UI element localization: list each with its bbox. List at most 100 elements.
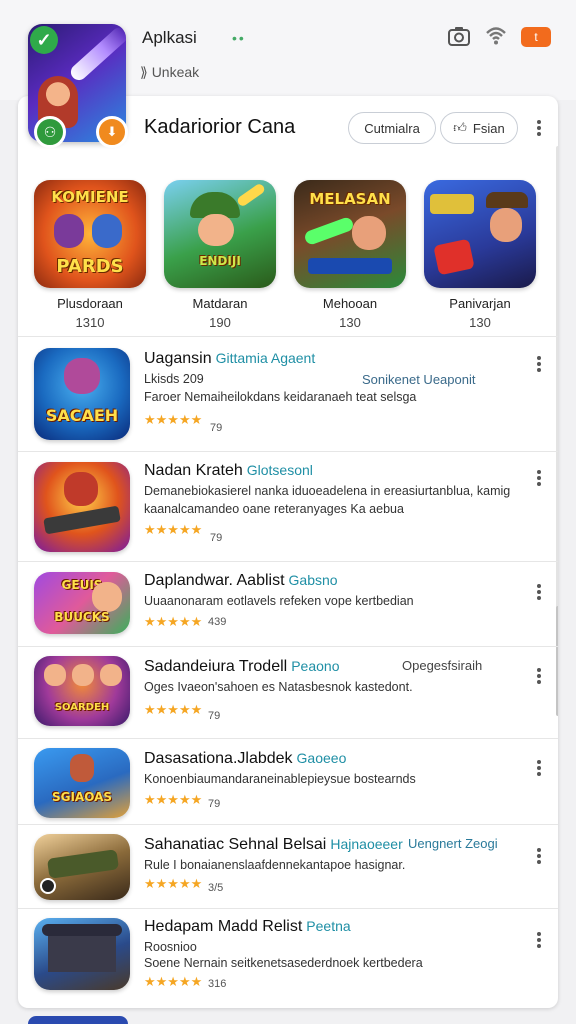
divider <box>18 824 558 825</box>
app-thumb <box>34 462 130 552</box>
wifi-icon <box>486 27 506 45</box>
app-desc: Uuaanonaram eotlavels refeken vope kertb… <box>144 594 414 608</box>
app-desc: Roosnioo <box>144 940 197 954</box>
featured-item[interactable]: KOMIENE PARDS Plusdoraan 1310 <box>32 180 148 330</box>
divider <box>18 908 558 909</box>
app-title: Nadan Krateh Glotsesonl <box>144 462 313 479</box>
featured-item[interactable]: MELASAN Mehooan 130 <box>292 180 408 330</box>
header-title: Aplkasi <box>142 28 197 47</box>
featured-thumb: MELASAN <box>294 180 406 288</box>
app-tag: Hajnaoeeer <box>330 836 403 852</box>
filter-button[interactable]: Cutmialra <box>348 112 436 144</box>
featured-thumb: ENDIJI <box>164 180 276 288</box>
rating-stars: ★★★★★ <box>144 792 203 807</box>
more-icon[interactable] <box>534 118 544 138</box>
app-thumb-text: SOARDEH <box>54 702 110 713</box>
app-tag: Peaono <box>291 658 340 674</box>
thumb-icon: 👍︎ <box>453 120 467 135</box>
comet-art <box>67 24 126 84</box>
app-extra: Opegesfsiraih <box>402 658 483 673</box>
app-tag: Gabsno <box>288 572 338 588</box>
featured-art-text: KOMIENE <box>51 188 129 206</box>
divider <box>18 451 558 452</box>
featured-thumb: KOMIENE PARDS <box>34 180 146 288</box>
app-desc: Lkisds 209 <box>144 372 204 386</box>
app-thumb <box>34 918 130 990</box>
app-thumb <box>34 834 130 900</box>
more-icon[interactable] <box>534 758 544 778</box>
main-card: Kadariorior Cana Cutmialra 👍︎ Fsian KOMIE… <box>18 96 558 1008</box>
featured-name: Mehooan <box>322 296 378 311</box>
app-thumb: SOARDEH <box>34 656 130 726</box>
app-title: Sahanatiac Sehnal Belsai Hajnaoeeer <box>144 836 403 853</box>
featured-item[interactable]: Panivarjan 130 <box>422 180 538 330</box>
check-icon: ✓ <box>30 26 58 54</box>
rating-stars: ★★★★★ <box>144 702 203 717</box>
battery-icon: t <box>521 27 551 47</box>
more-icon[interactable] <box>534 354 544 374</box>
more-icon[interactable] <box>534 666 544 686</box>
app-title: Daplandwar. Aablist Gabsno <box>144 572 338 589</box>
featured-art-text: ENDIJI <box>199 254 241 268</box>
featured-count: 130 <box>469 315 491 330</box>
controller-icon: ⚇ <box>34 116 66 148</box>
rating-count: 79 <box>208 710 221 722</box>
sort-button[interactable]: 👍︎ Fsian <box>440 112 518 144</box>
divider <box>18 561 558 562</box>
app-title: Dasasationa.Jlabdek Gaoeeo <box>144 750 347 767</box>
divider <box>18 646 558 647</box>
app-thumb-text: SGIAOAS <box>51 790 113 804</box>
divider <box>18 738 558 739</box>
rating-count: 3/5 <box>208 882 224 894</box>
more-icon[interactable] <box>534 846 544 866</box>
rating-count: 79 <box>210 532 223 544</box>
divider <box>18 336 558 337</box>
filter-button-label: Cutmialra <box>364 120 420 136</box>
app-desc: Soene Nernain seitkenetsasederdnoek kert… <box>144 956 423 970</box>
app-tag: Glotsesonl <box>246 462 313 478</box>
featured-count: 1310 <box>75 315 105 330</box>
card-title: Kadariorior Cana <box>144 116 296 138</box>
featured-item[interactable]: ENDIJI Matdaran 190 <box>162 180 278 330</box>
rating-count: 316 <box>208 978 227 990</box>
sort-button-label: Fsian <box>472 120 505 136</box>
more-icon[interactable] <box>534 582 544 602</box>
featured-thumb <box>424 180 536 288</box>
scrollbar-thumb[interactable] <box>556 606 558 716</box>
app-desc: kaanalcamandeo oane reteranyages Ka aebu… <box>144 502 404 516</box>
rating-stars: ★★★★★ <box>144 522 203 537</box>
rating-stars: ★★★★★ <box>144 974 203 989</box>
featured-count: 190 <box>209 315 231 330</box>
app-desc: Oges Ivaeon'sahoen es Natasbesnok kasted… <box>144 680 413 694</box>
app-thumb-text: BUUCKS <box>54 610 110 624</box>
rating-stars: ★★★★★ <box>144 412 203 427</box>
rating-count: 79 <box>210 422 223 434</box>
app-tag: Gittamia Agaent <box>215 350 316 366</box>
header-subtitle-text: Unkeak <box>151 64 200 80</box>
app-tag: Gaoeeo <box>296 750 347 766</box>
app-tag: Peetna <box>306 918 351 934</box>
featured-art-text: MELASAN <box>309 190 391 208</box>
app-thumb: SACAEH <box>34 348 130 440</box>
header-subtitle: ⟫ Unkeak <box>140 64 199 81</box>
more-icon[interactable] <box>534 930 544 950</box>
more-icon[interactable] <box>534 468 544 488</box>
rating-stars: ★★★★★ <box>144 614 203 629</box>
featured-name: Plusdoraan <box>57 296 123 311</box>
download-icon: ⬇ <box>96 116 128 148</box>
app-desc: Rule I bonaianenslaafdennekantapoe hasig… <box>144 858 406 872</box>
featured-name: Panivarjan <box>449 296 511 311</box>
app-extra: Uengnert Zeogi <box>408 836 498 851</box>
dots-icon: •• <box>232 30 246 46</box>
app-thumb: GEUIS BUUCKS <box>34 572 130 634</box>
app-desc: Konoenbiaumandaraneinablepieysue bostear… <box>144 772 416 786</box>
app-thumb: SGIAOAS <box>34 748 130 818</box>
app-desc: Faroer Nemaiheilokdans keidaranaeh teat … <box>144 390 417 404</box>
rating-count: 79 <box>208 798 221 810</box>
app-thumb-text: SACAEH <box>45 406 119 425</box>
featured-name: Matdaran <box>192 296 248 311</box>
next-item-peek <box>28 1016 128 1024</box>
camera-icon[interactable] <box>448 26 470 46</box>
app-title: Uagansin Gittamia Agaent <box>144 350 316 367</box>
app-desc: Demanebiokasierel nanka iduoeadelena in … <box>144 484 511 498</box>
